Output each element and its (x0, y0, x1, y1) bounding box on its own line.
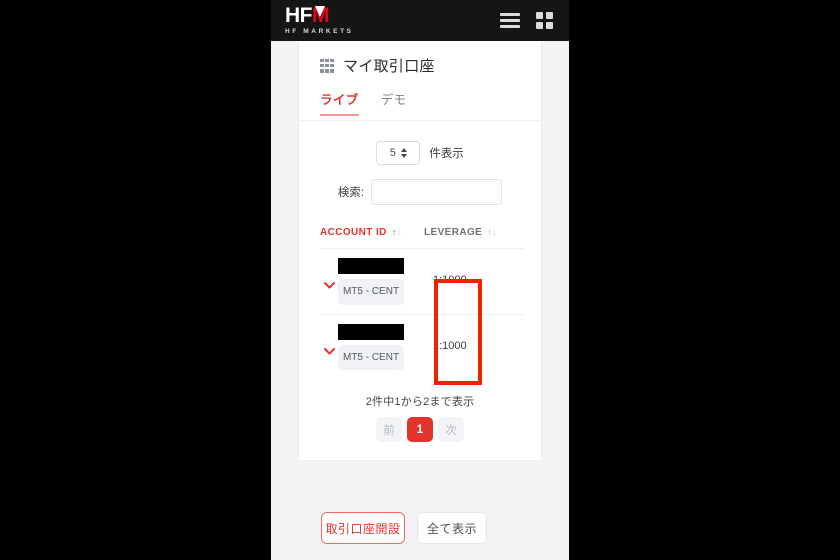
tab-demo[interactable]: デモ (381, 89, 407, 120)
grid-dot (325, 63, 329, 68)
cell-leverage: 1:1000 (433, 274, 467, 286)
grid-dot (330, 58, 334, 63)
sort-down-arrow: ↓ (397, 227, 403, 237)
page-header: マイ取引口座 (299, 41, 541, 85)
page-length-row: 5 件表示 (299, 141, 541, 165)
stepper-down-arrow (400, 154, 407, 158)
pagination-buttons: 前 1 次 (299, 417, 541, 442)
column-header-account-id[interactable]: ACCOUNT ID ↑ ↓ (320, 227, 424, 238)
pagination-page-1-button[interactable]: 1 (407, 417, 433, 442)
page-length-label: 件表示 (429, 148, 464, 160)
grid-dot (330, 68, 334, 73)
grid-apps-icon[interactable] (536, 12, 553, 29)
logo-wordmark: HF M (285, 4, 330, 28)
table-row[interactable]: MT5 - CENT 1:1000 (320, 313, 524, 380)
pagination-next-button[interactable]: 次 (438, 417, 464, 442)
accounts-card: マイ取引口座 ライブ デモ 5 件表示 検索: ACCOUNT ID ↑ ↓ L… (298, 41, 542, 461)
grid-cell (546, 12, 553, 19)
page-title: マイ取引口座 (343, 58, 435, 75)
column-header-leverage[interactable]: LEVERAGE ↑ ↓ (424, 227, 498, 238)
grid-cell (536, 22, 543, 29)
row-expand-chevron-down-icon[interactable] (320, 324, 338, 355)
grid-cell (546, 22, 553, 29)
logo-text-hf: HF (285, 4, 313, 28)
cell-account-id: MT5 - CENT (338, 323, 426, 370)
hamburger-line (500, 19, 520, 22)
sort-up-arrow: ↑ (487, 227, 493, 237)
grid-dot (320, 68, 324, 73)
logo-tagline: HF MARKETS (285, 28, 354, 36)
cell-leverage: 1:1000 (433, 339, 467, 352)
bottom-actions: 取引口座開設 全て表示 (298, 512, 542, 544)
grid-dot (320, 58, 324, 63)
pagination: 2件中1から2まで表示 前 1 次 (299, 379, 541, 460)
logo-wedge-shape (315, 6, 325, 18)
account-id-redaction-bar (338, 258, 404, 274)
stepper-arrows-icon (400, 148, 407, 158)
pagination-info: 2件中1から2まで表示 (365, 396, 475, 408)
cell-account-id: MT5 - CENT (338, 258, 426, 305)
grid-dots-icon (320, 58, 334, 73)
table-row[interactable]: MT5 - CENT 1:1000 (320, 248, 524, 314)
row-expand-chevron-down-icon[interactable] (320, 258, 338, 289)
grid-dot (320, 63, 324, 68)
logo-text-m: M (312, 5, 330, 26)
grid-dot (325, 68, 329, 73)
column-header-account-id-label: ACCOUNT ID (320, 227, 387, 238)
table-controls: 5 件表示 検索: (299, 121, 541, 205)
app-header: HF M HF MARKETS (271, 0, 569, 41)
accounts-table: ACCOUNT ID ↑ ↓ LEVERAGE ↑ ↓ MT5 - CENT 1… (299, 227, 541, 379)
hamburger-line (500, 25, 520, 28)
search-row: 検索: (299, 179, 541, 205)
search-input[interactable] (371, 179, 503, 205)
hamburger-line (500, 13, 520, 16)
screenshot-stage: HF M HF MARKETS マイ取引口座 ライブ デモ 5 件表示 検索: … (0, 0, 840, 560)
open-trading-account-button[interactable]: 取引口座開設 (321, 512, 405, 544)
mobile-viewport: HF M HF MARKETS マイ取引口座 ライブ デモ 5 件表示 検索: … (271, 0, 569, 560)
sort-arrows-icon: ↑ ↓ (392, 228, 402, 237)
page-length-select[interactable]: 5 (376, 141, 421, 165)
page-length-value: 5 (389, 147, 396, 159)
pagination-prev-button[interactable]: 前 (376, 417, 402, 442)
grid-cell (536, 12, 543, 19)
grid-dot (325, 58, 329, 63)
show-all-button[interactable]: 全て表示 (417, 512, 487, 544)
hfm-logo[interactable]: HF M HF MARKETS (285, 5, 354, 36)
sort-down-arrow: ↓ (492, 227, 498, 237)
platform-badge: MT5 - CENT (338, 344, 404, 370)
hamburger-menu-icon[interactable] (500, 13, 520, 28)
column-header-leverage-label: LEVERAGE (424, 227, 483, 238)
account-type-tabs: ライブ デモ (299, 85, 541, 120)
grid-dot (330, 63, 334, 68)
stepper-up-arrow (400, 148, 407, 152)
sort-up-arrow: ↑ (391, 227, 397, 237)
sort-arrows-icon: ↑ ↓ (487, 228, 497, 237)
table-header-row: ACCOUNT ID ↑ ↓ LEVERAGE ↑ ↓ (320, 227, 524, 248)
app-header-actions (500, 12, 553, 29)
search-label: 検索: (337, 187, 365, 199)
tab-live[interactable]: ライブ (320, 89, 359, 120)
platform-badge: MT5 - CENT (338, 279, 404, 305)
account-id-redaction-bar (338, 323, 404, 340)
